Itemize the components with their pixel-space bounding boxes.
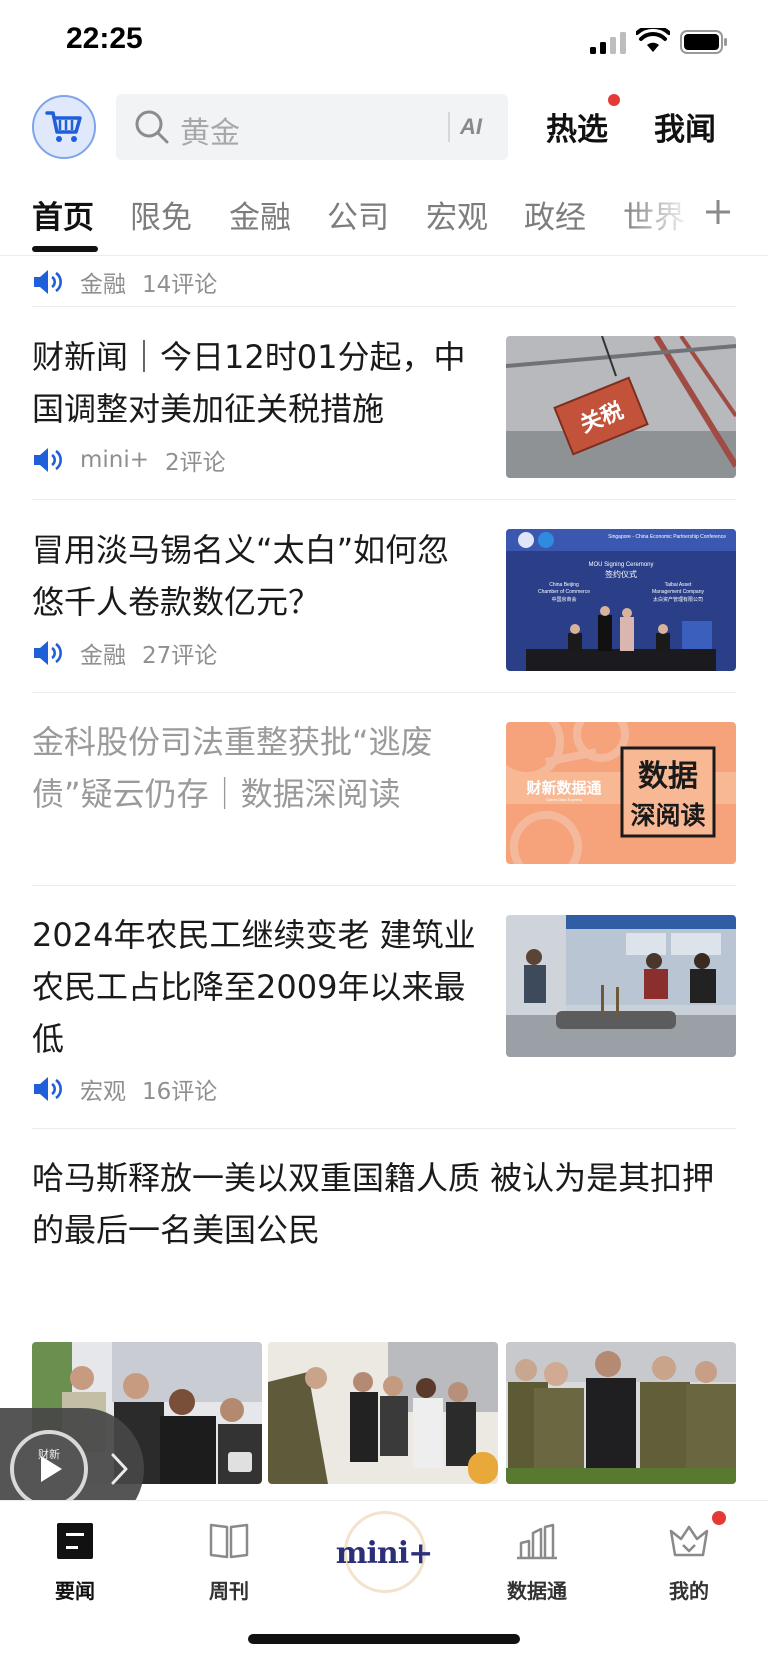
nav-me[interactable]: 我的 (634, 1519, 744, 1611)
add-channel-button[interactable] (696, 186, 740, 238)
brand-en-text: Caixin Data Express (546, 797, 582, 802)
nav-news[interactable]: 要闻 (20, 1519, 130, 1611)
article-thumbnail[interactable]: 财新数据通 Caixin Data Express 数据 深阅读 (506, 722, 736, 864)
article-image[interactable] (506, 1342, 736, 1484)
battery-icon (680, 30, 727, 54)
tab-free[interactable]: 限免 (130, 192, 192, 237)
article-meta: 宏观 16评论 (32, 1073, 217, 1105)
article-title[interactable]: 金科股份司法重整获批“逃废债”疑云仍存｜数据深阅读 (32, 716, 480, 820)
article-meta: 金融 14评论 (32, 266, 217, 298)
status-time: 22:25 (66, 22, 143, 55)
article-thumbnail[interactable]: 关税 (506, 336, 736, 478)
banner-ceremony-en: MOU Signing Ceremony (588, 562, 653, 568)
banner-left-cn: 中国京商会 (551, 596, 576, 603)
banner-right-en2: Management Company (652, 589, 704, 595)
bar-chart-icon (517, 1523, 557, 1560)
search-placeholder: 黄金 (180, 116, 240, 151)
article-thumbnail[interactable]: Singapore - China Economic Partnership C… (506, 529, 736, 671)
article-thumbnail[interactable] (506, 915, 736, 1057)
search-divider (448, 112, 450, 142)
article-comments: 14评论 (142, 272, 218, 298)
top-header: 黄金 AI 热选 我闻 (0, 90, 768, 164)
article-title[interactable]: 冒用淡马锡名义“太白”如何忽悠千人卷款数亿元？ (32, 524, 480, 628)
speaker-icon[interactable] (32, 268, 64, 296)
banner-ceremony-cn: 签约仪式 (605, 569, 637, 579)
ai-search-icon[interactable]: AI (460, 112, 496, 142)
search-icon (135, 110, 169, 144)
cellular-signal-icon (590, 32, 626, 54)
article-title[interactable]: 2024年农民工继续变老 建筑业农民工占比降至2009年以来最低 (32, 909, 480, 1065)
article-tag: 金融 (80, 272, 126, 298)
banner-right-en1: Taibai Asset (665, 582, 692, 588)
active-tab-indicator (32, 246, 98, 252)
article-title[interactable]: 哈马斯释放一美以双重国籍人质 被认为是其扣押的最后一名美国公民 (32, 1152, 736, 1256)
speaker-icon[interactable] (32, 446, 64, 474)
search-bar[interactable]: 黄金 AI (116, 94, 508, 160)
article-meta: mini+ 2评论 (32, 444, 226, 476)
news-feed[interactable]: 金融 14评论 财新闻｜今日12时01分起，中国调整对美加征关税措施 关税 mi… (0, 256, 768, 1500)
article-comments: 2评论 (165, 450, 226, 476)
hot-picks-button[interactable]: 热选 (546, 104, 608, 149)
tab-politics[interactable]: 政经 (524, 192, 586, 237)
tab-macro[interactable]: 宏观 (426, 192, 488, 237)
tab-company[interactable]: 公司 (327, 192, 389, 237)
news-icon (57, 1523, 93, 1559)
banner-right-cn: 太白资产管理有限公司 (653, 596, 703, 603)
channel-tabs: 首页 限免 金融 公司 宏观 政经 世界 (0, 186, 768, 256)
feed-divider (32, 692, 736, 693)
nav-data-label: 数据通 (507, 1579, 567, 1603)
speaker-icon[interactable] (32, 1075, 64, 1103)
nav-me-label: 我的 (669, 1579, 709, 1603)
speaker-icon[interactable] (32, 639, 64, 667)
badge-line2: 深阅读 (630, 801, 705, 830)
audio-play-button[interactable]: 财新 (10, 1430, 88, 1508)
notification-dot (608, 94, 620, 106)
feed-divider (32, 1128, 736, 1129)
app-screen: 22:25 黄金 AI 热选 我闻 首页 限免 金融 公司 宏观 政经 金融 1… (0, 0, 768, 1663)
shop-cart-button[interactable] (32, 95, 96, 159)
article-title[interactable]: 财新闻｜今日12时01分起，中国调整对美加征关税措施 (32, 331, 480, 435)
chevron-right-icon[interactable] (108, 1452, 130, 1486)
article-comments: 27评论 (142, 643, 218, 669)
audio-brand-text: 财新 (38, 1448, 60, 1461)
feed-divider (32, 499, 736, 500)
nav-mini-plus[interactable]: mini+ (330, 1511, 438, 1595)
nav-weekly[interactable]: 周刊 (174, 1519, 284, 1611)
cart-icon (45, 111, 82, 142)
tab-finance[interactable]: 金融 (229, 192, 291, 237)
article-tag: mini+ (80, 447, 150, 473)
article-image[interactable] (268, 1342, 498, 1484)
badge-line1: 数据 (638, 759, 698, 794)
notification-dot (712, 1511, 726, 1525)
status-bar: 22:25 (0, 0, 768, 84)
my-news-button[interactable]: 我闻 (654, 104, 716, 149)
tab-fade (622, 186, 694, 246)
home-indicator (248, 1634, 520, 1644)
article-comments: 16评论 (142, 1079, 218, 1105)
feed-divider (32, 306, 736, 307)
book-icon (209, 1523, 249, 1559)
mini-plus-logo: mini+ (335, 1535, 433, 1571)
wifi-icon (636, 28, 670, 52)
article-tag: 宏观 (80, 1079, 126, 1105)
nav-weekly-label: 周刊 (209, 1579, 249, 1603)
tab-home[interactable]: 首页 (32, 192, 94, 237)
feed-divider (32, 885, 736, 886)
nav-data[interactable]: 数据通 (482, 1519, 592, 1611)
article-meta: 金融 27评论 (32, 637, 217, 669)
banner-left-en1: China Beijing (549, 582, 579, 588)
banner-text: Singapore - China Economic Partnership C… (608, 534, 726, 540)
nav-news-label: 要闻 (55, 1579, 95, 1603)
crown-icon (669, 1525, 709, 1557)
plus-icon (706, 200, 730, 224)
article-tag: 金融 (80, 643, 126, 669)
banner-left-en2: Chamber of Commerce (538, 589, 590, 595)
brand-text: 财新数据通 (526, 779, 601, 797)
